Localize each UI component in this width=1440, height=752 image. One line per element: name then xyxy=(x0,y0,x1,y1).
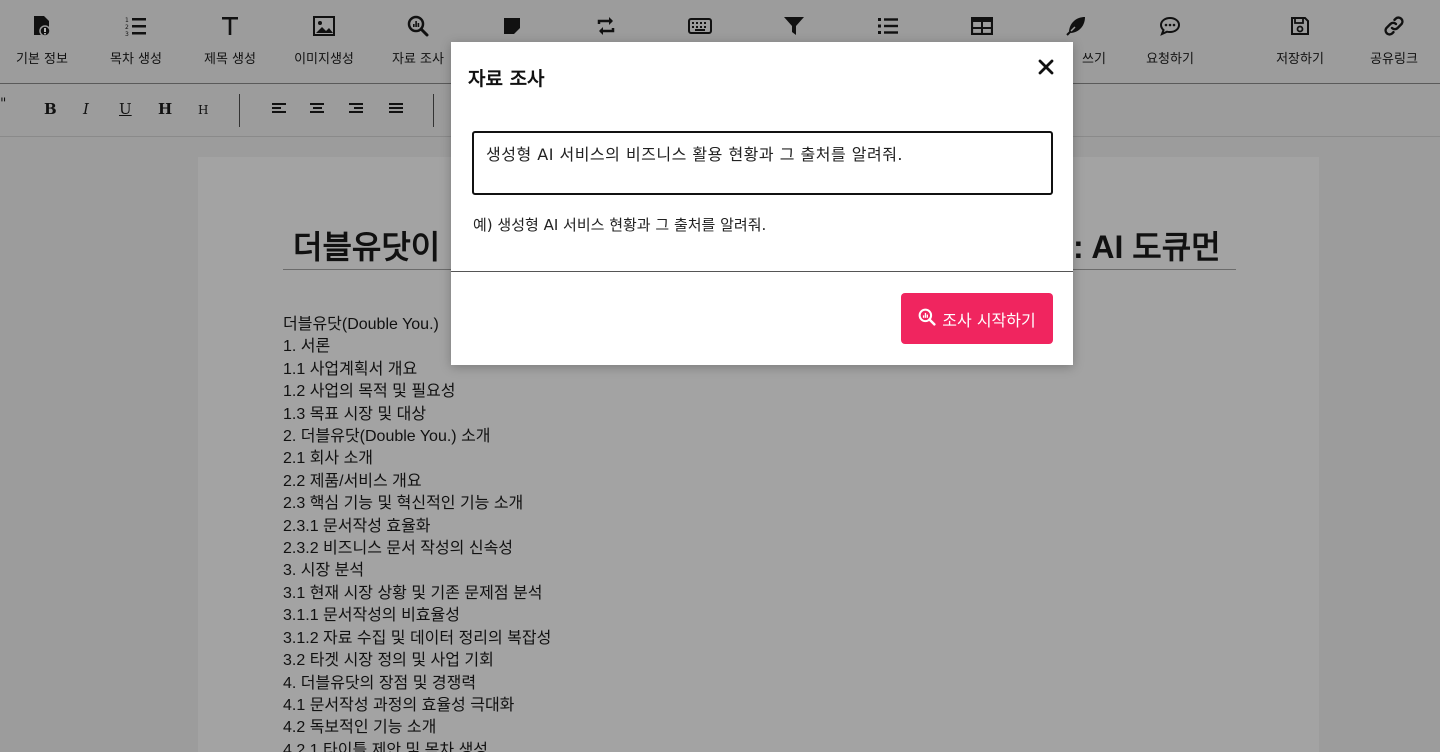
svg-text:3: 3 xyxy=(125,31,129,36)
start-research-button[interactable]: 조사 시작하기 xyxy=(901,293,1053,344)
research-query-input[interactable] xyxy=(472,131,1053,195)
document-line: 3.1.1 문서작성의 비효율성 xyxy=(283,607,460,625)
document-line: 2.3 핵심 기능 및 혁신적인 기능 소개 xyxy=(283,495,524,513)
start-research-label: 조사 시작하기 xyxy=(942,310,1036,330)
document-line: 1.2 사업의 목적 및 필요성 xyxy=(283,383,456,401)
document-line: 4.2.1 타이틀 제안 및 목차 생성 xyxy=(283,741,489,752)
modal-divider xyxy=(451,271,1073,272)
document-line: 3.1 현재 시장 상황 및 기존 문제점 분석 xyxy=(283,584,543,602)
document-title: 더블유닷이 xyxy=(293,229,441,265)
align-justify-icon[interactable] xyxy=(389,103,403,117)
research-modal: 자료 조사 예) 생성형 AI 서비스 현황과 그 출처를 알려줘. 조사 시작… xyxy=(451,42,1073,365)
tool-image-generate[interactable]: 이미지생성 xyxy=(274,14,374,67)
format-divider xyxy=(239,94,240,127)
document-line: 4.2 독보적인 기능 소개 xyxy=(283,719,437,737)
document-line: 2.3.1 문서작성 효율화 xyxy=(283,517,431,535)
document-line: 3.1.2 자료 수집 및 데이터 정리의 복잡성 xyxy=(283,629,552,647)
text-t-icon xyxy=(218,14,242,38)
repeat-icon xyxy=(594,14,618,38)
tool-share-link[interactable]: 공유링크 xyxy=(1344,14,1440,67)
document-line: 2. 더블유닷(Double You.) 소개 xyxy=(283,428,491,446)
keyboard-icon xyxy=(688,14,712,38)
modal-title: 자료 조사 xyxy=(468,68,545,90)
tool-basic-info[interactable]: 기본 정보 xyxy=(0,14,92,67)
feather-icon xyxy=(1064,14,1088,38)
example-hint: 예) 생성형 AI 서비스 현황과 그 출처를 알려줘. xyxy=(473,216,767,234)
search-chart-icon xyxy=(918,308,936,330)
chat-icon xyxy=(1158,14,1182,38)
table-icon xyxy=(970,14,994,38)
document-line: 2.3.2 비즈니스 문서 작성의 신속성 xyxy=(283,540,514,558)
numbered-list-icon: 123 xyxy=(124,14,148,38)
file-info-icon xyxy=(30,14,54,38)
document-line: 2.2 제품/서비스 개요 xyxy=(283,472,422,490)
link-icon xyxy=(1382,14,1406,38)
save-icon xyxy=(1288,14,1312,38)
underline-button[interactable]: U xyxy=(119,100,132,118)
filter-icon xyxy=(782,14,806,38)
heading-small-button[interactable]: H xyxy=(198,103,208,117)
align-right-icon[interactable] xyxy=(349,103,363,117)
image-icon xyxy=(312,14,336,38)
document-body[interactable]: 더블유닷(Double You.) 1. 서론 1.1 사업계획서 개요 1.2 사업… xyxy=(283,314,551,752)
document-title-right: : AI 도큐먼 xyxy=(1073,229,1221,265)
document-line: 3.2 타겟 시장 정의 및 사업 기회 xyxy=(283,652,494,670)
bold-button[interactable]: B xyxy=(44,100,57,118)
document-line: 2.1 회사 소개 xyxy=(283,450,374,468)
close-icon[interactable] xyxy=(1035,56,1057,78)
bullet-list-icon xyxy=(876,14,900,38)
tool-save[interactable]: 저장하기 xyxy=(1250,14,1350,67)
align-center-icon[interactable] xyxy=(310,103,324,117)
svg-text:2: 2 xyxy=(125,24,129,31)
svg-text:1: 1 xyxy=(125,17,129,24)
search-chart-icon xyxy=(406,14,430,38)
document-line: 4. 더블유닷의 장점 및 경쟁력 xyxy=(283,674,477,692)
sticky-note-icon xyxy=(500,14,524,38)
document-line: 4.1 문서작성 과정의 효율성 극대화 xyxy=(283,696,515,714)
align-left-icon[interactable] xyxy=(272,103,286,117)
italic-button[interactable]: I xyxy=(83,100,89,118)
document-line: 3. 시장 분석 xyxy=(283,562,365,580)
heading-large-button[interactable]: H xyxy=(158,100,172,118)
format-divider xyxy=(433,94,434,127)
document-line: 1.3 목표 시장 및 대상 xyxy=(283,405,427,423)
tool-request[interactable]: 요청하기 xyxy=(1120,14,1220,67)
tool-toc-generate[interactable]: 123 목차 생성 xyxy=(86,14,186,67)
format-truncated-mark: " xyxy=(0,96,7,112)
tool-title-generate[interactable]: 제목 생성 xyxy=(180,14,280,67)
